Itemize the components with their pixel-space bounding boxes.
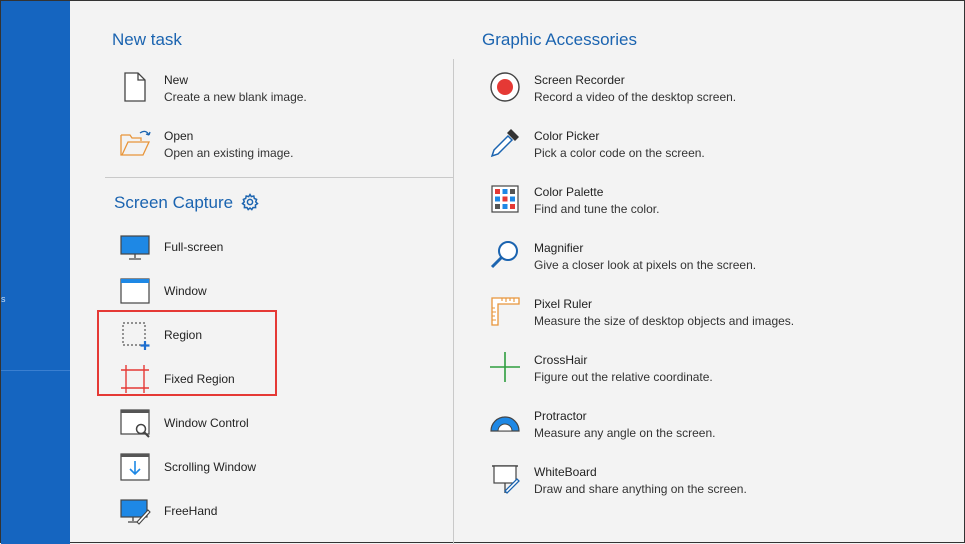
new-task-title: New task: [112, 30, 182, 49]
sidebar: s: [1, 1, 70, 544]
item-description: Measure any angle on the screen.: [534, 426, 716, 440]
record-icon: [489, 71, 521, 103]
window-control-icon: [119, 407, 151, 439]
section-divider: [105, 177, 453, 178]
column-divider: [453, 59, 454, 544]
item-description: Measure the size of desktop objects and …: [534, 314, 795, 328]
item-name: Window: [164, 284, 207, 298]
freehand-icon: [119, 495, 151, 527]
item-name: Color Palette: [534, 185, 604, 199]
item-name: Screen Recorder: [534, 73, 625, 87]
scrolling-window-icon: [119, 451, 151, 483]
accessory-item-magnifier[interactable]: Magnifier Give a closer look at pixels o…: [489, 239, 819, 277]
accessory-item-screen-recorder[interactable]: Screen Recorder Record a video of the de…: [489, 71, 819, 109]
accessory-item-whiteboard[interactable]: WhiteBoard Draw and share anything on th…: [489, 463, 819, 501]
item-name: FreeHand: [164, 504, 218, 518]
item-description: Record a video of the desktop screen.: [534, 90, 737, 104]
item-name: Full-screen: [164, 240, 224, 254]
item-name: Magnifier: [534, 241, 584, 255]
capture-item-scrolling-window[interactable]: Scrolling Window: [119, 451, 319, 483]
region-icon: [119, 319, 151, 351]
palette-icon: [489, 183, 521, 215]
new-task-item-open[interactable]: Open Open an existing image.: [119, 127, 419, 165]
item-description: Find and tune the color.: [534, 202, 660, 216]
accessory-item-color-palette[interactable]: Color Palette Find and tune the color.: [489, 183, 819, 221]
eyedropper-icon: [489, 127, 521, 159]
item-name: Fixed Region: [164, 372, 235, 386]
sidebar-divider: [1, 370, 70, 371]
ruler-icon: [489, 295, 521, 327]
item-description: Give a closer look at pixels on the scre…: [534, 258, 757, 272]
item-name: Protractor: [534, 409, 587, 423]
item-name: Window Control: [164, 416, 249, 430]
accessory-item-protractor[interactable]: Protractor Measure any angle on the scre…: [489, 407, 819, 445]
item-name: WhiteBoard: [534, 465, 597, 479]
screen-capture-title: Screen Capture: [114, 193, 234, 212]
fixed-region-icon: [119, 363, 151, 395]
item-name: New: [164, 73, 189, 87]
capture-item-freehand[interactable]: FreeHand: [119, 495, 319, 527]
sidebar-edge-mark: s: [1, 294, 6, 304]
item-description: Open an existing image.: [164, 146, 294, 160]
capture-item-full-screen[interactable]: Full-screen: [119, 231, 319, 263]
capture-item-window-control[interactable]: Window Control: [119, 407, 319, 439]
item-name: Open: [164, 129, 194, 143]
monitor-icon: [119, 231, 151, 263]
item-name: Scrolling Window: [164, 460, 257, 474]
item-description: Figure out the relative coordinate.: [534, 370, 713, 384]
new-task-item-new[interactable]: New Create a new blank image.: [119, 71, 419, 109]
graphic-accessories-title: Graphic Accessories: [482, 30, 637, 49]
accessory-item-color-picker[interactable]: Color Picker Pick a color code on the sc…: [489, 127, 819, 165]
item-name: CrossHair: [534, 353, 588, 367]
whiteboard-icon: [489, 463, 521, 495]
item-name: Region: [164, 328, 203, 342]
window-icon: [119, 275, 151, 307]
capture-item-window[interactable]: Window: [119, 275, 319, 307]
item-description: Pick a color code on the screen.: [534, 146, 705, 160]
crosshair-icon: [489, 351, 521, 383]
capture-item-fixed-region[interactable]: Fixed Region: [119, 363, 269, 395]
accessory-item-crosshair[interactable]: CrossHair Figure out the relative coordi…: [489, 351, 819, 389]
item-name: Pixel Ruler: [534, 297, 593, 311]
open-folder-icon: [119, 127, 151, 159]
item-name: Color Picker: [534, 129, 600, 143]
item-description: Create a new blank image.: [164, 90, 307, 104]
item-description: Draw and share anything on the screen.: [534, 482, 747, 496]
magnifier-icon: [489, 239, 521, 271]
new-file-icon: [119, 71, 151, 103]
capture-item-region[interactable]: Region: [119, 319, 269, 351]
accessory-item-pixel-ruler[interactable]: Pixel Ruler Measure the size of desktop …: [489, 295, 819, 333]
protractor-icon: [489, 407, 521, 439]
gear-icon[interactable]: [241, 193, 259, 211]
